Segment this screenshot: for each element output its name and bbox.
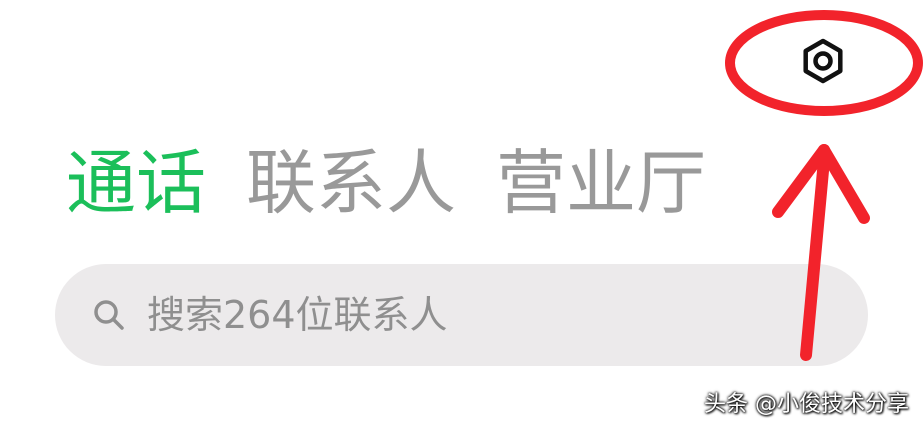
watermark: 头条 @小俊技术分享: [704, 392, 909, 417]
tab-service-hall[interactable]: 营业厅: [496, 138, 706, 228]
search-bar[interactable]: [55, 264, 868, 366]
tab-contacts[interactable]: 联系人: [246, 138, 456, 228]
phone-screen: 通话 联系人 营业厅 头条 @小俊技术分享: [0, 0, 923, 428]
search-input[interactable]: [147, 293, 827, 337]
settings-button[interactable]: [794, 32, 852, 90]
tab-bar: 通话 联系人 营业厅: [66, 138, 706, 228]
search-icon: [91, 297, 127, 333]
tab-calls[interactable]: 通话: [66, 138, 206, 228]
gear-icon: [803, 38, 843, 84]
